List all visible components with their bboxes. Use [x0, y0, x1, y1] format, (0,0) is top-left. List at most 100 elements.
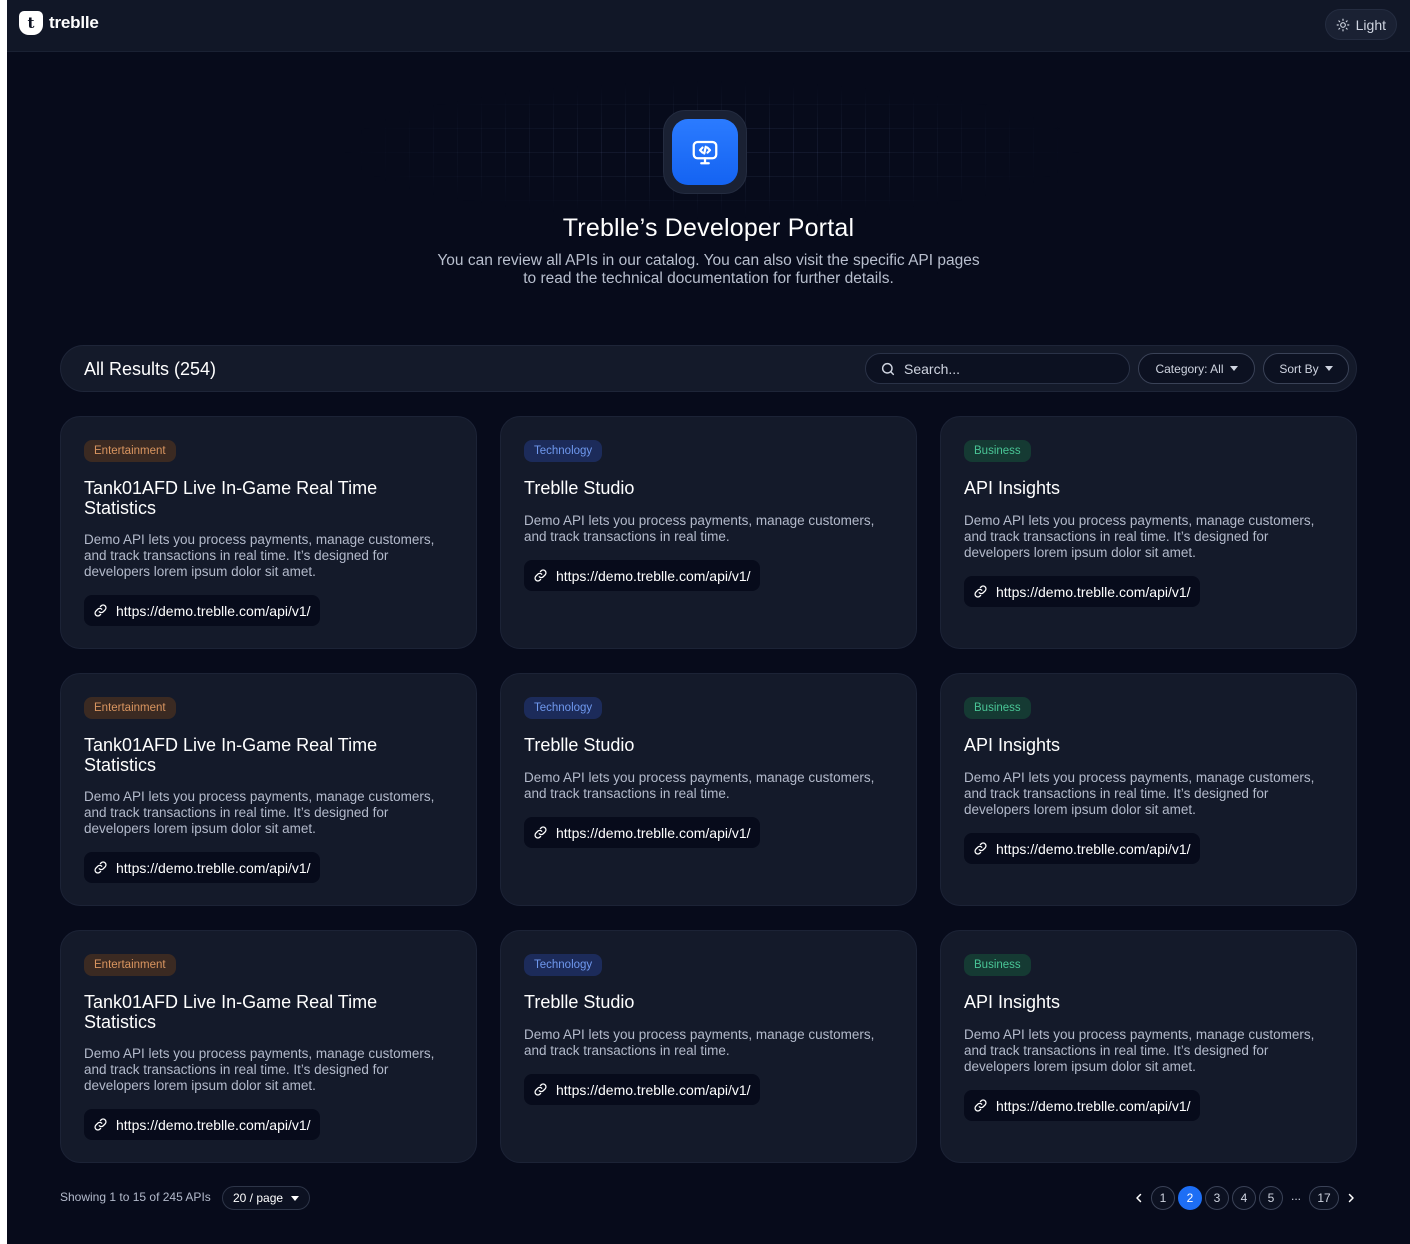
category-badge: Technology — [524, 697, 603, 719]
api-card[interactable]: Technology Treblle Studio Demo API lets … — [500, 673, 917, 906]
page-size-dropdown[interactable]: 20 / page — [222, 1186, 311, 1210]
page-button-last[interactable]: 17 — [1309, 1186, 1339, 1210]
link-icon — [534, 569, 547, 582]
api-card-title[interactable]: Treblle Studio — [524, 478, 864, 498]
code-monitor-icon — [672, 119, 738, 185]
link-icon — [94, 861, 107, 874]
api-url-link[interactable]: https://demo.treblle.com/api/v1/ — [524, 560, 760, 591]
brand-logo[interactable]: t treblle — [19, 11, 99, 35]
pagination-ellipsis: ... — [1291, 1189, 1302, 1203]
results-count-title: All Results (254) — [84, 359, 217, 379]
api-card-description: Demo API lets you process payments, mana… — [84, 532, 435, 579]
search-icon — [881, 362, 895, 375]
chevron-down-icon — [1229, 366, 1238, 371]
api-card-title[interactable]: Tank01AFD Live In-Game Real Time Statist… — [84, 735, 424, 775]
api-card[interactable]: Business API Insights Demo API lets you … — [940, 930, 1357, 1163]
chevron-down-icon — [1324, 366, 1333, 371]
top-bar: t treblle Light — [7, 0, 1410, 52]
api-url-link[interactable]: https://demo.treblle.com/api/v1/ — [964, 1090, 1200, 1121]
theme-toggle-button[interactable]: Light — [1324, 9, 1397, 40]
category-filter-dropdown[interactable]: Category: All — [1138, 353, 1255, 384]
api-url-link[interactable]: https://demo.treblle.com/api/v1/ — [964, 833, 1200, 864]
next-page-button[interactable] — [1343, 1190, 1359, 1206]
link-icon — [974, 1099, 987, 1112]
api-card-title[interactable]: API Insights — [964, 478, 1304, 498]
api-card-description: Demo API lets you process payments, mana… — [964, 513, 1315, 560]
api-card-title[interactable]: Treblle Studio — [524, 992, 864, 1012]
link-icon — [974, 842, 987, 855]
api-card-title[interactable]: Tank01AFD Live In-Game Real Time Statist… — [84, 478, 424, 518]
api-url-link[interactable]: https://demo.treblle.com/api/v1/ — [84, 852, 320, 883]
sort-by-label: Sort By — [1279, 361, 1319, 376]
api-url-text: https://demo.treblle.com/api/v1/ — [556, 824, 751, 841]
results-summary: Showing 1 to 15 of 245 APIs — [60, 1190, 211, 1204]
category-badge: Technology — [524, 440, 603, 462]
api-url-link[interactable]: https://demo.treblle.com/api/v1/ — [84, 1109, 320, 1140]
category-badge: Entertainment — [84, 440, 176, 462]
api-card[interactable]: Entertainment Tank01AFD Live In-Game Rea… — [60, 416, 477, 649]
page-button-2-current[interactable]: 2 — [1178, 1186, 1202, 1210]
category-badge: Technology — [524, 954, 603, 976]
api-url-text: https://demo.treblle.com/api/v1/ — [996, 840, 1191, 857]
chevron-right-icon — [1348, 1193, 1354, 1203]
link-icon — [94, 604, 107, 617]
api-card-description: Demo API lets you process payments, mana… — [524, 770, 875, 801]
api-url-link[interactable]: https://demo.treblle.com/api/v1/ — [524, 817, 760, 848]
api-url-text: https://demo.treblle.com/api/v1/ — [996, 583, 1191, 600]
chevron-down-icon — [291, 1195, 300, 1201]
brand-name: treblle — [49, 13, 99, 32]
api-card[interactable]: Entertainment Tank01AFD Live In-Game Rea… — [60, 930, 477, 1163]
api-url-text: https://demo.treblle.com/api/v1/ — [116, 602, 311, 619]
sun-icon — [1336, 18, 1350, 31]
sort-by-dropdown[interactable]: Sort By — [1263, 353, 1349, 384]
api-card-description: Demo API lets you process payments, mana… — [964, 1027, 1315, 1074]
api-card-description: Demo API lets you process payments, mana… — [964, 770, 1315, 817]
api-url-link[interactable]: https://demo.treblle.com/api/v1/ — [84, 595, 320, 626]
page-subtitle: You can review all APIs in our catalog. … — [437, 252, 980, 287]
page-size-label: 20 / page — [233, 1191, 284, 1205]
treblle-logo-icon: t — [19, 11, 43, 35]
api-card[interactable]: Technology Treblle Studio Demo API lets … — [500, 416, 917, 649]
api-url-text: https://demo.treblle.com/api/v1/ — [996, 1097, 1191, 1114]
category-badge: Entertainment — [84, 954, 176, 976]
api-card[interactable]: Technology Treblle Studio Demo API lets … — [500, 930, 917, 1163]
api-card-title[interactable]: Tank01AFD Live In-Game Real Time Statist… — [84, 992, 424, 1032]
category-badge: Business — [964, 697, 1031, 719]
search-input[interactable] — [904, 360, 1104, 377]
page-button-1[interactable]: 1 — [1151, 1186, 1175, 1210]
results-toolbar: All Results (254) Category: All Sort By — [60, 345, 1357, 392]
chevron-left-icon — [1136, 1193, 1142, 1203]
theme-toggle-label: Light — [1355, 16, 1386, 33]
page-button-3[interactable]: 3 — [1205, 1186, 1229, 1210]
page-button-4[interactable]: 4 — [1232, 1186, 1256, 1210]
link-icon — [534, 826, 547, 839]
api-card[interactable]: Business API Insights Demo API lets you … — [940, 416, 1357, 649]
api-card[interactable]: Business API Insights Demo API lets you … — [940, 673, 1357, 906]
hero-icon-frame — [663, 110, 747, 194]
category-badge: Business — [964, 954, 1031, 976]
api-card-description: Demo API lets you process payments, mana… — [84, 1046, 435, 1093]
api-url-text: https://demo.treblle.com/api/v1/ — [116, 1116, 311, 1133]
api-url-link[interactable]: https://demo.treblle.com/api/v1/ — [524, 1074, 760, 1105]
link-icon — [534, 1083, 547, 1096]
category-filter-label: Category: All — [1155, 361, 1224, 376]
api-url-text: https://demo.treblle.com/api/v1/ — [556, 1081, 751, 1098]
portal-frame: t treblle Light Treblle’s Developer Port… — [7, 0, 1410, 1244]
search-box[interactable] — [865, 353, 1130, 384]
page-title: Treblle’s Developer Portal — [562, 214, 855, 242]
api-card-description: Demo API lets you process payments, mana… — [84, 789, 435, 836]
category-badge: Entertainment — [84, 697, 176, 719]
api-url-text: https://demo.treblle.com/api/v1/ — [116, 859, 311, 876]
api-card[interactable]: Entertainment Tank01AFD Live In-Game Rea… — [60, 673, 477, 906]
api-card-description: Demo API lets you process payments, mana… — [524, 1027, 875, 1058]
api-card-title[interactable]: API Insights — [964, 992, 1304, 1012]
api-card-title[interactable]: API Insights — [964, 735, 1304, 755]
prev-page-button[interactable] — [1131, 1190, 1147, 1206]
page-button-5[interactable]: 5 — [1259, 1186, 1283, 1210]
link-icon — [974, 585, 987, 598]
api-url-link[interactable]: https://demo.treblle.com/api/v1/ — [964, 576, 1200, 607]
api-url-text: https://demo.treblle.com/api/v1/ — [556, 567, 751, 584]
api-card-description: Demo API lets you process payments, mana… — [524, 513, 875, 544]
category-badge: Business — [964, 440, 1031, 462]
api-card-title[interactable]: Treblle Studio — [524, 735, 864, 755]
